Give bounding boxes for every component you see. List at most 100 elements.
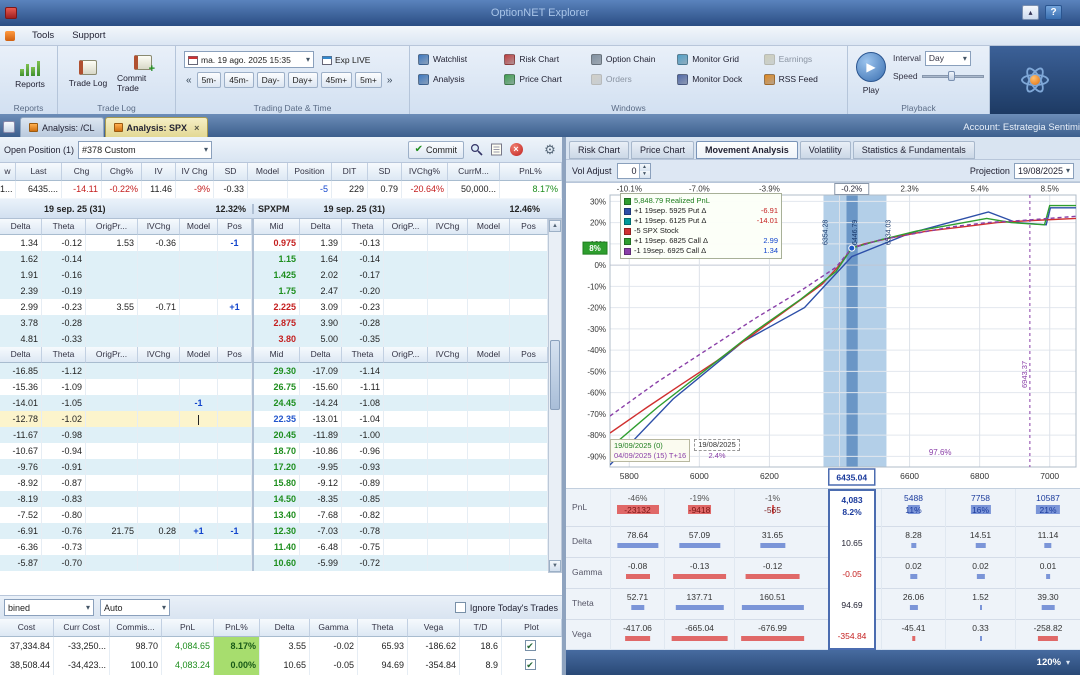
- journal-icon[interactable]: [488, 142, 504, 158]
- zoom-search-icon[interactable]: [468, 142, 484, 158]
- time-nav-5m[interactable]: 5m+: [355, 72, 382, 88]
- tab-statistics-fundamentals[interactable]: Statistics & Fundamentals: [852, 141, 975, 159]
- chain-colhead-r-mid: Mid: [252, 347, 300, 363]
- chain-cell-r: [384, 459, 428, 475]
- commit-button[interactable]: ✔ Commit: [407, 140, 464, 159]
- chain-row-put-10[interactable]: -6.91 -0.76 21.75 0.28 +1 -1 12.30 -7.03 -0.78: [0, 523, 562, 539]
- chain-row-put-2[interactable]: -14.01 -1.05 -1 24.45 -14.24 -1.08: [0, 395, 562, 411]
- plot-checkbox[interactable]: ✔: [524, 640, 536, 651]
- window-toggle-price-chart[interactable]: Price Chart: [500, 69, 583, 89]
- preset-caret-icon: ▾: [204, 145, 209, 154]
- commit-trade-button[interactable]: Commit Trade: [117, 49, 169, 99]
- ignore-trades-checkbox[interactable]: [454, 602, 466, 613]
- chain-row-call-5[interactable]: 3.78 -0.28 2.875 3.90 -0.28: [0, 315, 562, 331]
- chain-cell-r: [384, 555, 428, 571]
- chain-row-put-1[interactable]: -15.36 -1.09 26.75 -15.60 -1.11: [0, 379, 562, 395]
- chain-row-call-6[interactable]: 4.81 -0.33 3.80 5.00 -0.35: [0, 331, 562, 347]
- window-toggle-risk-chart[interactable]: Risk Chart: [500, 49, 583, 69]
- chain-row-put-12[interactable]: -5.87 -0.70 10.60 -5.99 -0.72: [0, 555, 562, 571]
- position-preset-dropdown[interactable]: #378 Custom ▾: [78, 140, 213, 159]
- help-icon[interactable]: ?: [1045, 5, 1062, 20]
- chain-cell-r: [510, 235, 548, 251]
- chain-row-call-0[interactable]: 1.34 -0.12 1.53 -0.36 -1 0.975 1.39 -0.13: [0, 235, 562, 251]
- stats-header-row: Cost Curr Cost Commis... PnL PnL% Delta Gamma T…: [0, 619, 562, 637]
- menu-support[interactable]: Support: [63, 27, 114, 44]
- chain-expiry-left: 19 sep. 25 (31) 12.32%: [0, 204, 252, 214]
- tab-risk-chart[interactable]: Risk Chart: [569, 141, 630, 159]
- chain-row-put-9[interactable]: -7.52 -0.80 13.40 -7.68 -0.82: [0, 507, 562, 523]
- current-pnl-marker: [848, 244, 856, 252]
- tabstrip-menu-icon[interactable]: [3, 121, 15, 133]
- ribbon-collapse-icon[interactable]: ▴: [1022, 5, 1039, 20]
- window-toggle-analysis[interactable]: Analysis: [414, 69, 497, 89]
- doc-tab-analysisspx[interactable]: Analysis: SPX ×: [104, 117, 209, 137]
- summary-cell-13: 8.17%: [500, 181, 562, 198]
- scroll-down-icon[interactable]: ▼: [549, 560, 561, 572]
- projection-date-dropdown[interactable]: 19/08/2025 ▾: [1013, 162, 1074, 179]
- chain-row-call-4[interactable]: 2.99 -0.23 3.55 -0.71 +1 2.225 3.09 -0.23: [0, 299, 562, 315]
- chain-row-put-7[interactable]: -8.92 -0.87 15.80 -9.12 -0.89: [0, 475, 562, 491]
- window-toggle-monitor-grid[interactable]: Monitor Grid: [673, 49, 756, 69]
- nav-forward-icon[interactable]: »: [385, 75, 395, 86]
- window-toggle-rss-feed[interactable]: RSS Feed: [760, 69, 843, 89]
- chain-cell-r: [510, 523, 548, 539]
- doc-tab-analysiscl[interactable]: Analysis: /CL: [20, 117, 104, 137]
- tab-close-icon[interactable]: ×: [194, 123, 199, 133]
- chain-scrollbar[interactable]: ▲ ▼: [548, 219, 562, 573]
- chain-row-put-3[interactable]: -12.78 -1.02 22.35 -13.01 -1.04: [0, 411, 562, 427]
- window-toggle-option-chain[interactable]: Option Chain: [587, 49, 670, 69]
- time-nav-day[interactable]: Day-: [256, 72, 285, 88]
- quick-access-icon[interactable]: [5, 30, 15, 41]
- chain-row-put-8[interactable]: -8.19 -0.83 14.50 -8.35 -0.85: [0, 491, 562, 507]
- auto-mode-dropdown[interactable]: Auto ▾: [100, 599, 170, 616]
- trade-log-button[interactable]: Trade Log: [62, 49, 114, 99]
- chain-cell-r: 1.64: [300, 251, 342, 267]
- scroll-up-icon[interactable]: ▲: [549, 220, 561, 232]
- time-nav-5m[interactable]: 5m-: [196, 72, 222, 88]
- close-position-icon[interactable]: ×: [508, 142, 524, 158]
- exp-live-button[interactable]: Exp LIVE: [317, 51, 375, 68]
- window-toggle-watchlist[interactable]: Watchlist: [414, 49, 497, 69]
- chain-cell-r: 1.39: [300, 235, 342, 251]
- greeks-row-label-gamma: Gamma: [572, 566, 603, 577]
- date-dropdown-caret-icon[interactable]: ▾: [306, 55, 310, 64]
- spin-up-icon[interactable]: ▲: [639, 163, 650, 171]
- chain-row-call-3[interactable]: 2.39 -0.19 1.75 2.47 -0.20: [0, 283, 562, 299]
- time-nav-45m[interactable]: 45m-: [224, 72, 254, 88]
- time-nav-45m[interactable]: 45m+: [320, 72, 353, 88]
- tab-volatility[interactable]: Volatility: [799, 141, 851, 159]
- nav-rewind-icon[interactable]: «: [184, 75, 194, 86]
- greek-bar-wrap: [735, 634, 810, 646]
- chain-row-put-6[interactable]: -9.76 -0.91 17.20 -9.95 -0.93: [0, 459, 562, 475]
- chain-row-call-2[interactable]: 1.91 -0.16 1.425 2.02 -0.17: [0, 267, 562, 283]
- chain-row-put-11[interactable]: -6.36 -0.73 11.40 -6.48 -0.75: [0, 539, 562, 555]
- chain-row-call-1[interactable]: 1.62 -0.14 1.15 1.64 -0.14: [0, 251, 562, 267]
- interval-dropdown[interactable]: Day ▾: [924, 50, 971, 66]
- tab-movement-analysis[interactable]: Movement Analysis: [696, 141, 798, 159]
- pnl-cell-bottom: 11%: [905, 505, 922, 515]
- settings-gear-icon[interactable]: ⚙: [542, 142, 558, 158]
- chain-row-put-0[interactable]: -16.85 -1.12 29.30 -17.09 -1.14: [0, 363, 562, 379]
- chain-row-put-5[interactable]: -10.67 -0.94 18.70 -10.86 -0.96: [0, 443, 562, 459]
- chain-cell: [138, 443, 180, 459]
- chain-cell-r: [384, 283, 428, 299]
- reports-button[interactable]: Reports: [4, 49, 56, 99]
- view-mode-dropdown[interactable]: bined ▾: [4, 599, 94, 616]
- speed-slider-thumb[interactable]: [947, 71, 955, 81]
- vol-adjust-spinner[interactable]: 0 ▲ ▼: [616, 162, 651, 179]
- speed-slider[interactable]: [921, 71, 984, 81]
- zoom-caret-icon[interactable]: ▾: [1066, 658, 1070, 667]
- spin-down-icon[interactable]: ▼: [639, 170, 650, 178]
- menu-tools[interactable]: Tools: [23, 27, 63, 44]
- chain-row-put-4[interactable]: -11.67 -0.98 20.45 -11.89 -1.00: [0, 427, 562, 443]
- stats-row-0[interactable]: 37,334.84 -33,250... 98.70 4,084.65 8.17% 3.5…: [0, 637, 562, 656]
- play-button[interactable]: ▶ Play: [852, 49, 890, 97]
- stats-row-1[interactable]: 38,508.44 -34,423... 100.10 4,083.24 0.00% 10…: [0, 656, 562, 675]
- date-time-field[interactable]: ma. 19 ago. 2025 15:35 ▾: [184, 51, 314, 68]
- time-nav-day[interactable]: Day+: [287, 72, 318, 88]
- plot-checkbox[interactable]: ✔: [524, 659, 536, 670]
- window-toggle-monitor-dock[interactable]: Monitor Dock: [673, 69, 756, 89]
- scroll-thumb[interactable]: [550, 340, 560, 410]
- tab-price-chart[interactable]: Price Chart: [631, 141, 695, 159]
- summary-data-row[interactable]: 1... 6435.... -14.11 -0.22% 11.46 -9% -0.33 -5 2…: [0, 181, 562, 198]
